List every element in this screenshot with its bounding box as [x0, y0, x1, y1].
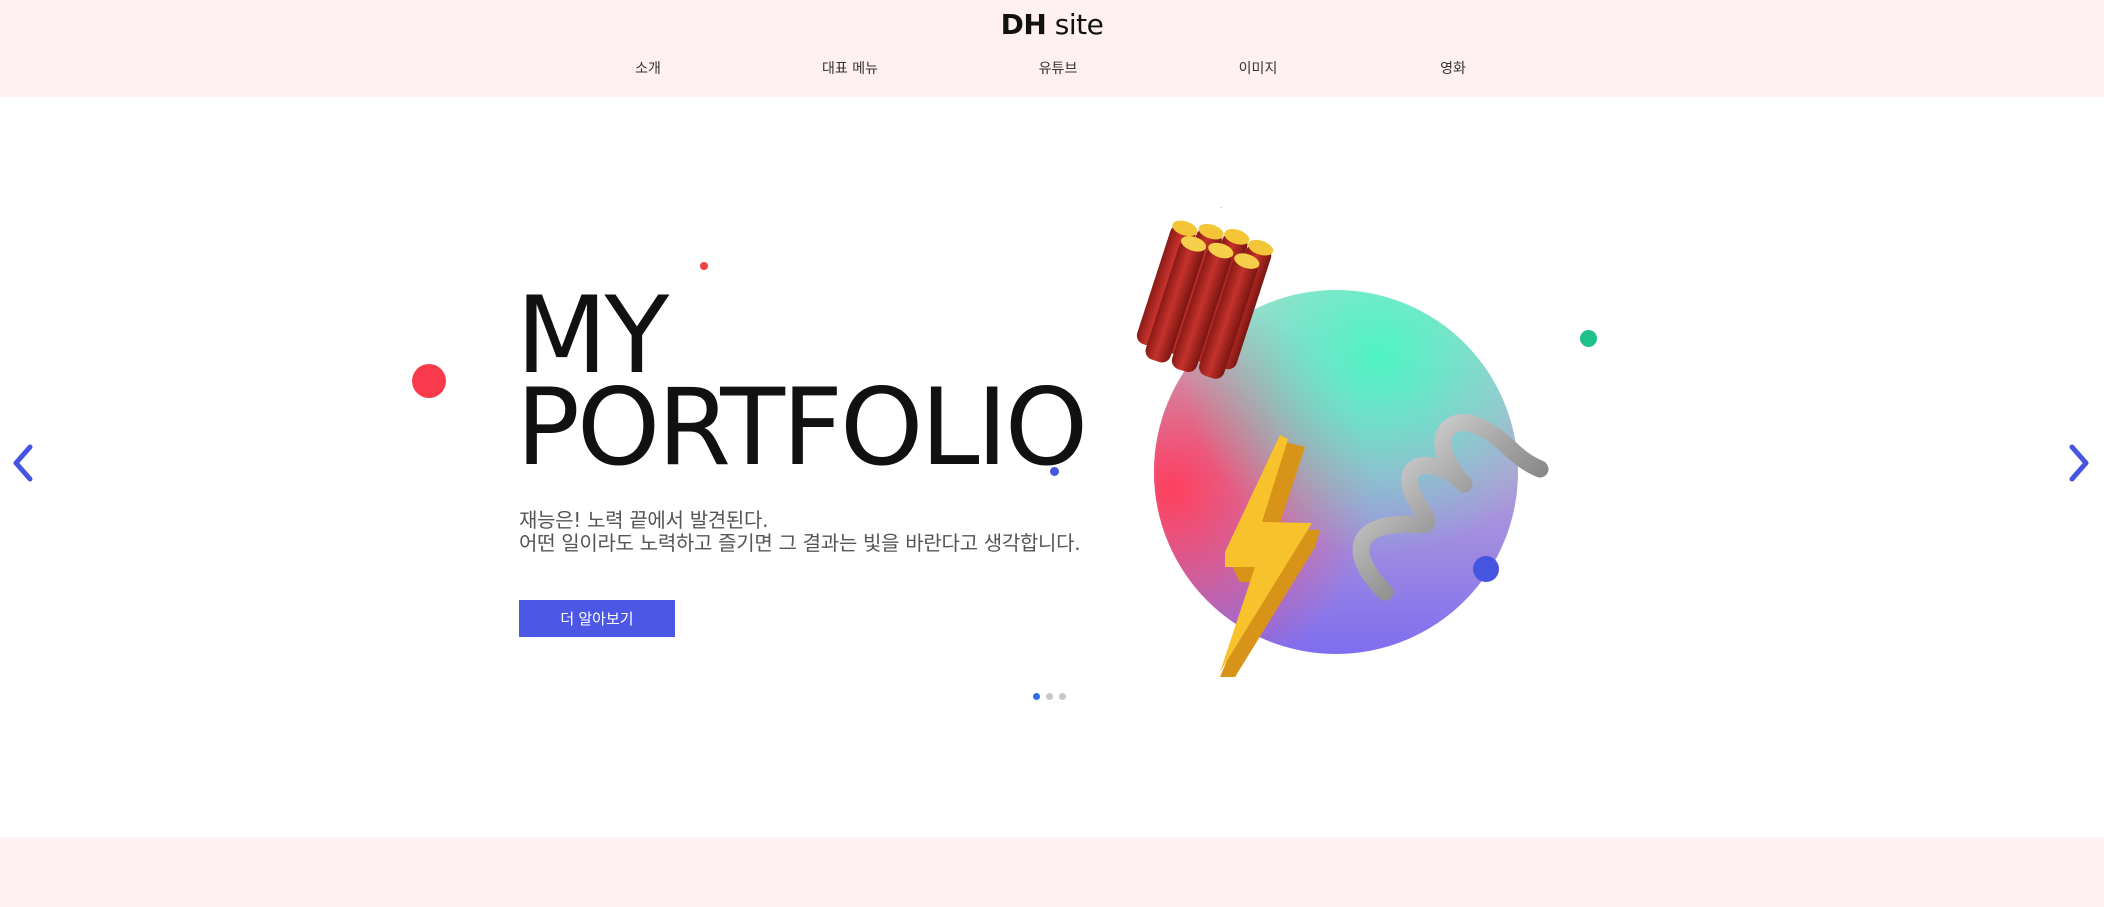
decor-dot-blue: [1473, 556, 1499, 582]
pagination-bullet-1[interactable]: [1033, 693, 1040, 700]
nav-item-movie[interactable]: 영화: [1440, 58, 1466, 78]
logo-bold-text: DH: [1000, 8, 1047, 41]
main-nav: 소개 대표 메뉴 유튜브 이미지 영화: [0, 58, 2104, 78]
hero-artwork: [1136, 207, 1549, 677]
slider-pagination: [1033, 693, 1066, 700]
hero-slider: MY PORTFOLIO 재능은! 노력 끝에서 발견된다. 어떤 일이라도 노…: [0, 97, 2104, 837]
learn-more-button[interactable]: 더 알아보기: [519, 600, 675, 637]
site-header: DH site 소개 대표 메뉴 유튜브 이미지 영화: [0, 0, 2104, 97]
chevron-right-icon: [2069, 444, 2089, 482]
footer-band: [0, 837, 2104, 907]
nav-item-youtube[interactable]: 유튜브: [1039, 58, 1078, 78]
hero-description: 재능은! 노력 끝에서 발견된다. 어떤 일이라도 노력하고 즐기면 그 결과는…: [519, 508, 1081, 555]
hero-title: MY PORTFOLIO: [516, 274, 1088, 489]
decor-dot-red-large: [412, 364, 446, 398]
decor-dot-red-small: [700, 262, 708, 270]
pagination-bullet-2[interactable]: [1046, 693, 1053, 700]
logo-light-text: site: [1054, 8, 1104, 41]
pagination-bullet-3[interactable]: [1059, 693, 1066, 700]
nav-item-intro[interactable]: 소개: [635, 58, 661, 78]
page: DH site 소개 대표 메뉴 유튜브 이미지 영화 MY PORTFOLIO…: [0, 0, 2104, 907]
nav-item-image[interactable]: 이미지: [1239, 58, 1278, 78]
nav-item-menu[interactable]: 대표 메뉴: [822, 58, 878, 78]
site-logo[interactable]: DH site: [0, 8, 2104, 41]
slider-prev-button[interactable]: [8, 441, 38, 485]
chevron-left-icon: [13, 444, 33, 482]
slider-next-button[interactable]: [2064, 441, 2094, 485]
